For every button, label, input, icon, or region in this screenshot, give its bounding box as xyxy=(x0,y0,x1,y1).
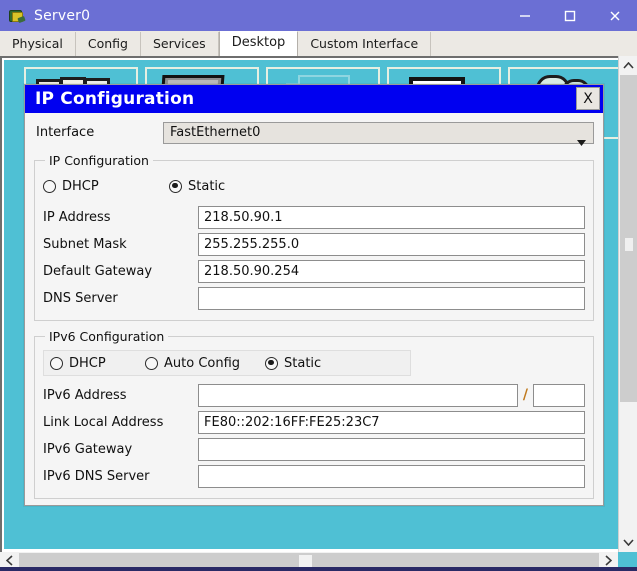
tab-desktop[interactable]: Desktop xyxy=(219,31,299,56)
link-local-address-input[interactable]: FE80::202:16FF:FE25:23C7 xyxy=(198,411,585,434)
ipv4-radio-static[interactable]: Static xyxy=(169,179,225,194)
dns-server-input[interactable] xyxy=(198,287,585,310)
chevron-up-icon xyxy=(623,60,634,71)
scroll-down-button[interactable] xyxy=(619,533,637,552)
default-gateway-row: Default Gateway 218.50.90.254 xyxy=(43,258,585,284)
subnet-mask-value: 255.255.255.0 xyxy=(204,237,299,252)
ipv6-mode-radio-group: DHCP Auto Config Static xyxy=(43,350,411,376)
ipv4-radio-dhcp[interactable]: DHCP xyxy=(43,179,169,194)
device-tab-bar: Physical Config Services Desktop Custom … xyxy=(0,31,637,57)
tab-custom-interface[interactable]: Custom Interface xyxy=(298,32,431,56)
default-gateway-input[interactable]: 218.50.90.254 xyxy=(198,260,585,283)
radio-circle-icon xyxy=(145,357,158,370)
tab-physical[interactable]: Physical xyxy=(0,32,76,56)
vertical-scrollbar[interactable] xyxy=(618,56,637,552)
ipv4-configuration-group: IP Configuration DHCP Static IP Address xyxy=(34,153,594,321)
ipv6-prefix-length-input[interactable] xyxy=(533,384,585,407)
dialog-body: Interface FastEthernet0 IP Configuration xyxy=(25,113,603,499)
subnet-mask-label: Subnet Mask xyxy=(43,237,198,252)
close-icon[interactable] xyxy=(592,0,637,31)
chevron-down-icon xyxy=(623,537,634,548)
ipv6-gateway-input[interactable] xyxy=(198,438,585,461)
desktop-canvas-frame: C I ( IP Configuration X Interface FastE… xyxy=(0,56,637,571)
ipv6-address-input[interactable] xyxy=(198,384,518,407)
packet-tracer-device-window: Server0 Physical Config Services Desktop… xyxy=(0,0,637,571)
link-local-address-label: Link Local Address xyxy=(43,415,198,430)
ipv6-dns-server-input[interactable] xyxy=(198,465,585,488)
ipv6-prefix-separator: / xyxy=(523,387,528,403)
dialog-title: IP Configuration xyxy=(35,89,194,109)
ipv6-gateway-row: IPv6 Gateway xyxy=(43,436,585,462)
ip-address-row: IP Address 218.50.90.1 xyxy=(43,204,585,230)
interface-label: Interface xyxy=(34,125,163,140)
window-controls xyxy=(502,0,637,31)
default-gateway-label: Default Gateway xyxy=(43,264,198,279)
ipv4-group-legend: IP Configuration xyxy=(45,153,153,168)
ip-address-label: IP Address xyxy=(43,210,198,225)
ipv6-dns-server-row: IPv6 DNS Server xyxy=(43,463,585,489)
ipv6-gateway-label: IPv6 Gateway xyxy=(43,442,198,457)
tab-services[interactable]: Services xyxy=(141,32,219,56)
radio-circle-icon xyxy=(43,180,56,193)
ipv6-radio-static[interactable]: Static xyxy=(265,356,321,371)
ipv6-group-legend: IPv6 Configuration xyxy=(45,329,168,344)
link-local-address-row: Link Local Address FE80::202:16FF:FE25:2… xyxy=(43,409,585,435)
window-title-bar: Server0 xyxy=(0,0,637,31)
ip-configuration-dialog: IP Configuration X Interface FastEtherne… xyxy=(24,84,604,506)
radio-circle-icon xyxy=(169,180,182,193)
radio-circle-icon xyxy=(50,357,63,370)
ipv4-radio-static-label: Static xyxy=(188,179,225,194)
tab-config[interactable]: Config xyxy=(76,32,141,56)
ipv6-address-row: IPv6 Address / xyxy=(43,382,585,408)
dns-server-row: DNS Server xyxy=(43,285,585,311)
scroll-thumb-grip xyxy=(625,238,633,251)
ipv4-radio-dhcp-label: DHCP xyxy=(62,179,99,194)
server-device-icon xyxy=(8,8,26,24)
vertical-scroll-thumb[interactable] xyxy=(620,75,637,402)
interface-selected-value: FastEthernet0 xyxy=(170,125,260,140)
minimize-icon[interactable] xyxy=(502,0,547,31)
ipv6-dns-server-label: IPv6 DNS Server xyxy=(43,469,198,484)
dialog-title-bar: IP Configuration X xyxy=(25,85,603,113)
ip-address-value: 218.50.90.1 xyxy=(204,210,283,225)
window-title: Server0 xyxy=(34,8,90,24)
ipv6-radio-auto-config-label: Auto Config xyxy=(164,356,240,371)
vertical-scroll-track[interactable] xyxy=(619,75,637,533)
interface-select[interactable]: FastEthernet0 xyxy=(163,122,594,144)
ipv6-radio-dhcp[interactable]: DHCP xyxy=(50,356,145,371)
ipv6-configuration-group: IPv6 Configuration DHCP Auto Config xyxy=(34,329,594,499)
ip-address-input[interactable]: 218.50.90.1 xyxy=(198,206,585,229)
dialog-close-button[interactable]: X xyxy=(576,87,600,110)
default-gateway-value: 218.50.90.254 xyxy=(204,264,299,279)
ipv6-radio-auto-config[interactable]: Auto Config xyxy=(145,356,265,371)
subnet-mask-input[interactable]: 255.255.255.0 xyxy=(198,233,585,256)
os-taskbar-sliver xyxy=(0,567,637,571)
dns-server-label: DNS Server xyxy=(43,291,198,306)
ipv6-address-label: IPv6 Address xyxy=(43,388,198,403)
chevron-down-icon xyxy=(577,131,586,150)
maximize-icon[interactable] xyxy=(547,0,592,31)
link-local-address-value: FE80::202:16FF:FE25:23C7 xyxy=(204,415,380,430)
radio-circle-icon xyxy=(265,357,278,370)
interface-row: Interface FastEthernet0 xyxy=(34,120,594,145)
ipv6-radio-dhcp-label: DHCP xyxy=(69,356,106,371)
ipv4-mode-radio-group: DHCP Static xyxy=(43,174,585,198)
subnet-mask-row: Subnet Mask 255.255.255.0 xyxy=(43,231,585,257)
scroll-up-button[interactable] xyxy=(619,56,637,75)
ipv6-radio-static-label: Static xyxy=(284,356,321,371)
